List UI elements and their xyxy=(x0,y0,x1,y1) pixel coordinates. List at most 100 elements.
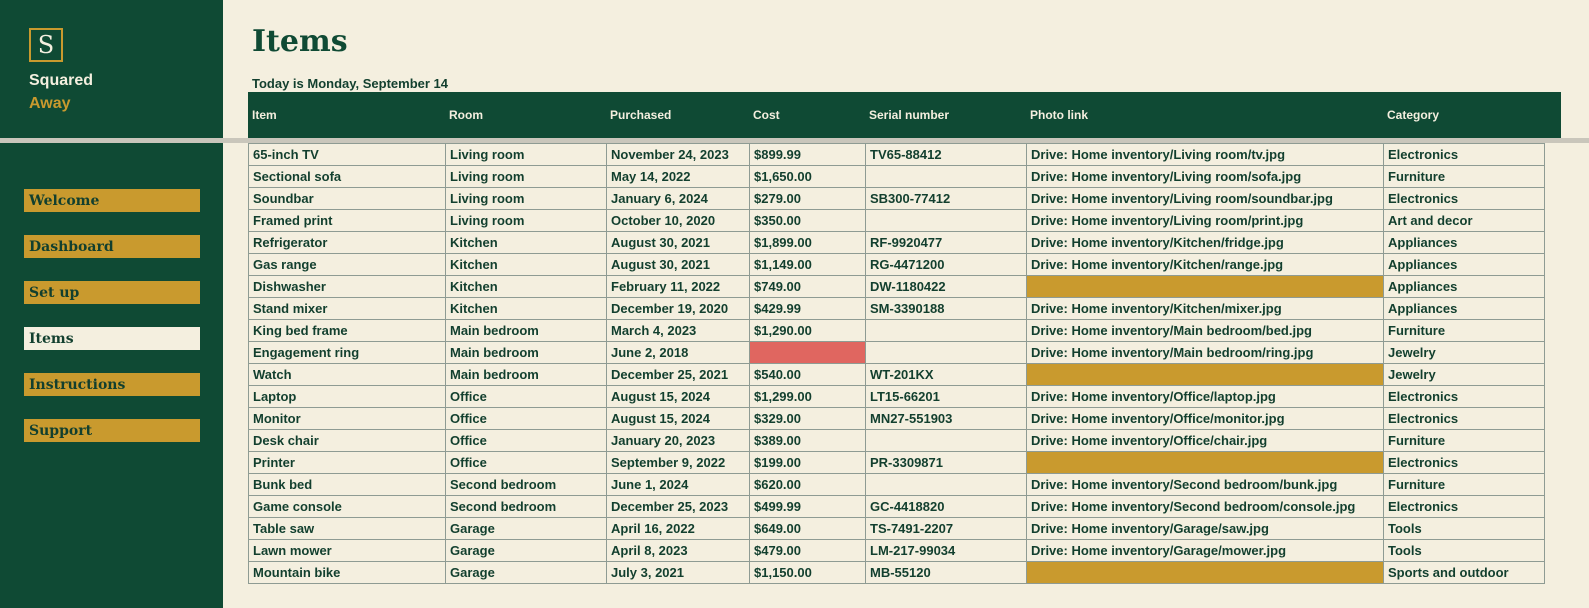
cell-room[interactable]: Living room xyxy=(445,165,607,188)
cell-cost[interactable]: $1,150.00 xyxy=(749,561,866,584)
cell-room[interactable]: Office xyxy=(445,429,607,452)
cell-photo-link[interactable]: Drive: Home inventory/Living room/sofa.j… xyxy=(1026,165,1384,188)
column-header-photo-link[interactable]: Photo link xyxy=(1026,92,1383,138)
cell-photo-link[interactable]: Drive: Home inventory/Main bedroom/bed.j… xyxy=(1026,319,1384,342)
cell-room[interactable]: Living room xyxy=(445,143,607,166)
cell-cost[interactable] xyxy=(749,341,866,364)
cell-room[interactable]: Office xyxy=(445,385,607,408)
cell-purchased[interactable]: April 16, 2022 xyxy=(606,517,750,540)
cell-item[interactable]: Monitor xyxy=(248,407,446,430)
cell-item[interactable]: Lawn mower xyxy=(248,539,446,562)
cell-purchased[interactable]: December 19, 2020 xyxy=(606,297,750,320)
cell-serial-number[interactable]: SM-3390188 xyxy=(865,297,1027,320)
cell-cost[interactable]: $649.00 xyxy=(749,517,866,540)
cell-cost[interactable]: $1,299.00 xyxy=(749,385,866,408)
cell-photo-link[interactable] xyxy=(1026,561,1384,584)
cell-item[interactable]: Laptop xyxy=(248,385,446,408)
cell-cost[interactable]: $899.99 xyxy=(749,143,866,166)
cell-category[interactable]: Jewelry xyxy=(1383,363,1545,386)
cell-category[interactable]: Electronics xyxy=(1383,143,1545,166)
nav-item-items[interactable]: Items xyxy=(24,327,200,350)
cell-category[interactable]: Tools xyxy=(1383,539,1545,562)
cell-serial-number[interactable]: LT15-66201 xyxy=(865,385,1027,408)
cell-category[interactable]: Appliances xyxy=(1383,297,1545,320)
cell-serial-number[interactable] xyxy=(865,165,1027,188)
cell-purchased[interactable]: February 11, 2022 xyxy=(606,275,750,298)
cell-purchased[interactable]: January 20, 2023 xyxy=(606,429,750,452)
cell-item[interactable]: Gas range xyxy=(248,253,446,276)
cell-purchased[interactable]: January 6, 2024 xyxy=(606,187,750,210)
cell-serial-number[interactable] xyxy=(865,473,1027,496)
cell-purchased[interactable]: May 14, 2022 xyxy=(606,165,750,188)
cell-room[interactable]: Kitchen xyxy=(445,231,607,254)
cell-item[interactable]: Soundbar xyxy=(248,187,446,210)
nav-item-welcome[interactable]: Welcome xyxy=(24,189,200,212)
cell-photo-link[interactable]: Drive: Home inventory/Kitchen/mixer.jpg xyxy=(1026,297,1384,320)
cell-item[interactable]: Stand mixer xyxy=(248,297,446,320)
cell-room[interactable]: Office xyxy=(445,407,607,430)
cell-photo-link[interactable]: Drive: Home inventory/Main bedroom/ring.… xyxy=(1026,341,1384,364)
cell-serial-number[interactable]: RF-9920477 xyxy=(865,231,1027,254)
cell-serial-number[interactable] xyxy=(865,319,1027,342)
cell-category[interactable]: Furniture xyxy=(1383,165,1545,188)
cell-photo-link[interactable]: Drive: Home inventory/Second bedroom/con… xyxy=(1026,495,1384,518)
cell-cost[interactable]: $199.00 xyxy=(749,451,866,474)
cell-category[interactable]: Appliances xyxy=(1383,231,1545,254)
cell-purchased[interactable]: June 2, 2018 xyxy=(606,341,750,364)
cell-serial-number[interactable]: SB300-77412 xyxy=(865,187,1027,210)
cell-serial-number[interactable]: WT-201KX xyxy=(865,363,1027,386)
cell-purchased[interactable]: August 15, 2024 xyxy=(606,385,750,408)
cell-photo-link[interactable]: Drive: Home inventory/Garage/saw.jpg xyxy=(1026,517,1384,540)
cell-cost[interactable]: $279.00 xyxy=(749,187,866,210)
cell-room[interactable]: Garage xyxy=(445,561,607,584)
cell-serial-number[interactable]: LM-217-99034 xyxy=(865,539,1027,562)
cell-cost[interactable]: $749.00 xyxy=(749,275,866,298)
cell-room[interactable]: Office xyxy=(445,451,607,474)
cell-serial-number[interactable]: TS-7491-2207 xyxy=(865,517,1027,540)
cell-room[interactable]: Main bedroom xyxy=(445,363,607,386)
cell-category[interactable]: Art and decor xyxy=(1383,209,1545,232)
cell-room[interactable]: Kitchen xyxy=(445,297,607,320)
cell-purchased[interactable]: October 10, 2020 xyxy=(606,209,750,232)
column-header-serial-number[interactable]: Serial number xyxy=(865,92,1026,138)
cell-cost[interactable]: $329.00 xyxy=(749,407,866,430)
cell-photo-link[interactable]: Drive: Home inventory/Living room/soundb… xyxy=(1026,187,1384,210)
cell-cost[interactable]: $620.00 xyxy=(749,473,866,496)
cell-photo-link[interactable]: Drive: Home inventory/Second bedroom/bun… xyxy=(1026,473,1384,496)
cell-category[interactable]: Furniture xyxy=(1383,429,1545,452)
cell-purchased[interactable]: April 8, 2023 xyxy=(606,539,750,562)
cell-category[interactable]: Electronics xyxy=(1383,407,1545,430)
cell-serial-number[interactable] xyxy=(865,209,1027,232)
cell-photo-link[interactable]: Drive: Home inventory/Office/monitor.jpg xyxy=(1026,407,1384,430)
cell-serial-number[interactable]: DW-1180422 xyxy=(865,275,1027,298)
cell-serial-number[interactable]: PR-3309871 xyxy=(865,451,1027,474)
cell-category[interactable]: Appliances xyxy=(1383,253,1545,276)
nav-item-dashboard[interactable]: Dashboard xyxy=(24,235,200,258)
cell-serial-number[interactable]: GC-4418820 xyxy=(865,495,1027,518)
cell-item[interactable]: Refrigerator xyxy=(248,231,446,254)
column-header-room[interactable]: Room xyxy=(445,92,606,138)
cell-photo-link[interactable]: Drive: Home inventory/Living room/tv.jpg xyxy=(1026,143,1384,166)
cell-category[interactable]: Electronics xyxy=(1383,451,1545,474)
cell-room[interactable]: Living room xyxy=(445,209,607,232)
cell-category[interactable]: Furniture xyxy=(1383,319,1545,342)
cell-category[interactable]: Jewelry xyxy=(1383,341,1545,364)
cell-category[interactable]: Electronics xyxy=(1383,495,1545,518)
cell-room[interactable]: Main bedroom xyxy=(445,319,607,342)
cell-item[interactable]: Mountain bike xyxy=(248,561,446,584)
cell-item[interactable]: Game console xyxy=(248,495,446,518)
cell-purchased[interactable]: September 9, 2022 xyxy=(606,451,750,474)
cell-cost[interactable]: $429.99 xyxy=(749,297,866,320)
cell-purchased[interactable]: August 30, 2021 xyxy=(606,253,750,276)
cell-room[interactable]: Garage xyxy=(445,517,607,540)
cell-cost[interactable]: $499.99 xyxy=(749,495,866,518)
cell-room[interactable]: Second bedroom xyxy=(445,473,607,496)
cell-photo-link[interactable]: Drive: Home inventory/Kitchen/range.jpg xyxy=(1026,253,1384,276)
cell-room[interactable]: Living room xyxy=(445,187,607,210)
cell-item[interactable]: Desk chair xyxy=(248,429,446,452)
cell-room[interactable]: Kitchen xyxy=(445,275,607,298)
cell-photo-link[interactable] xyxy=(1026,363,1384,386)
cell-item[interactable]: Table saw xyxy=(248,517,446,540)
cell-photo-link[interactable]: Drive: Home inventory/Garage/mower.jpg xyxy=(1026,539,1384,562)
cell-category[interactable]: Furniture xyxy=(1383,473,1545,496)
